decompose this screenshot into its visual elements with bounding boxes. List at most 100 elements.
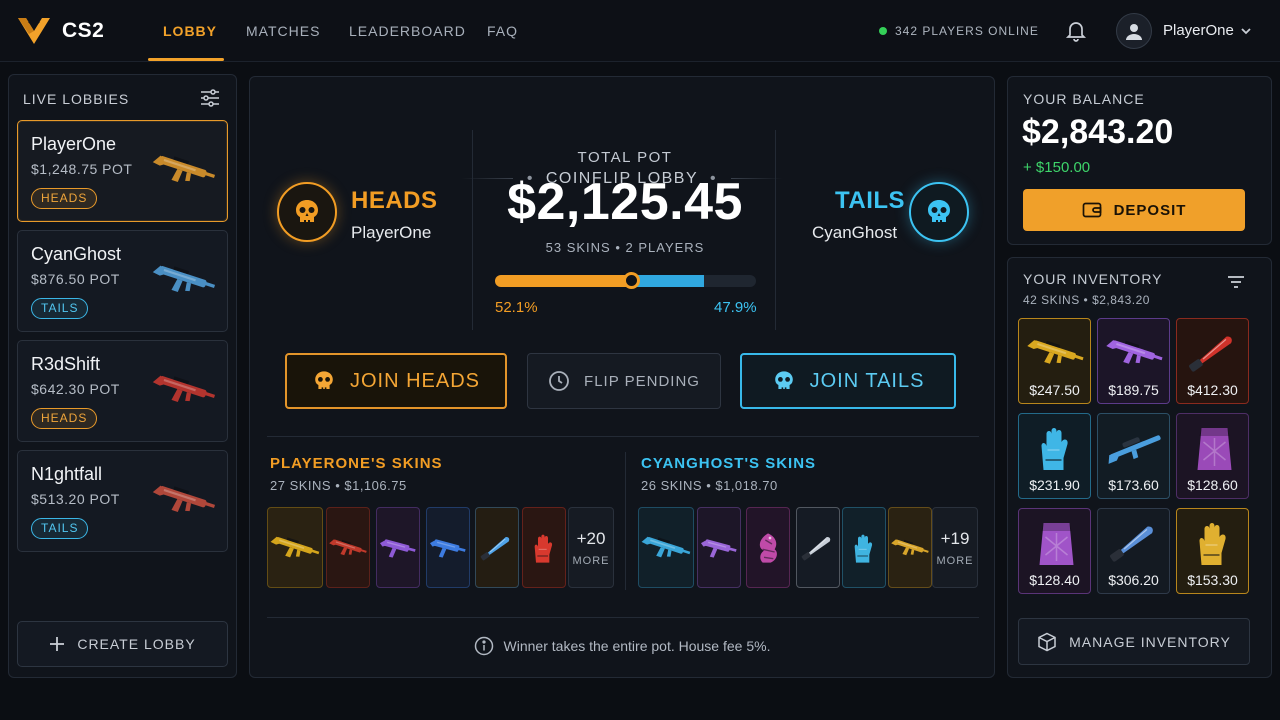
rifle-icon	[329, 538, 367, 555]
more-label: MORE	[936, 554, 974, 567]
inventory-item[interactable]: $247.50	[1018, 318, 1091, 404]
inventory-item[interactable]: $173.60	[1097, 413, 1170, 499]
avatar[interactable]	[1116, 13, 1152, 49]
skin-tile[interactable]	[638, 507, 694, 588]
skull-icon	[296, 200, 318, 222]
skin-tile[interactable]	[746, 507, 790, 588]
online-dot-icon	[879, 27, 887, 35]
create-lobby-label: CREATE LOBBY	[77, 636, 196, 652]
inventory-item-image	[1183, 515, 1244, 571]
inventory-item-image	[1025, 420, 1086, 476]
lobby-card[interactable]: PlayerOne $1,248.75 POT HEADS	[17, 120, 228, 222]
lobby-player-name: PlayerOne	[31, 134, 117, 154]
smg-icon	[700, 538, 737, 558]
inventory-item-price: $153.30	[1187, 572, 1238, 588]
heads-player: PlayerOne	[351, 223, 432, 242]
skull-icon	[774, 371, 793, 389]
inventory-item-price: $306.20	[1108, 572, 1159, 588]
join-tails-button[interactable]: JOIN TAILS	[740, 353, 956, 409]
inventory-item-image	[1104, 420, 1165, 476]
inventory-item-image	[1025, 325, 1086, 381]
deposit-button[interactable]: DEPOSIT	[1023, 189, 1245, 231]
lobby-pot: $1,248.75 POT	[31, 161, 133, 177]
knife-icon	[801, 536, 831, 560]
skin-tile[interactable]	[475, 507, 519, 588]
skin-tile[interactable]	[376, 507, 420, 588]
brand-name[interactable]: CS2	[62, 19, 104, 43]
lobby-card[interactable]: N1ghtfall $513.20 POT TAILS	[17, 450, 228, 552]
skin-tile[interactable]	[796, 507, 840, 588]
skin-tile[interactable]	[697, 507, 741, 588]
deposit-label: DEPOSIT	[1113, 201, 1187, 219]
inventory-item[interactable]: $128.40	[1018, 508, 1091, 594]
balance-delta: + $150.00	[1023, 159, 1091, 176]
skin-tile[interactable]	[888, 507, 932, 588]
lobby-card[interactable]: CyanGhost $876.50 POT TAILS	[17, 230, 228, 332]
inventory-item-image	[1025, 515, 1086, 571]
info-icon	[474, 636, 493, 656]
logo-icon[interactable]	[16, 14, 52, 48]
wallet-icon	[1082, 202, 1101, 218]
tails-label: TAILS	[835, 187, 906, 214]
inventory-item[interactable]: $189.75	[1097, 318, 1170, 404]
inventory-item[interactable]: $412.30	[1176, 318, 1249, 404]
skin-tile[interactable]	[522, 507, 566, 588]
footer-note: Winner takes the entire pot. House fee 5…	[250, 636, 994, 656]
footer-note-text: Winner takes the entire pot. House fee 5…	[503, 638, 771, 654]
inventory-item[interactable]: $128.60	[1176, 413, 1249, 499]
live-lobbies-title: LIVE LOBBIES	[23, 91, 130, 107]
inventory-item-price: $189.75	[1108, 382, 1159, 398]
lobby-pot: $642.30 POT	[31, 381, 120, 397]
manage-inventory-button[interactable]: MANAGE INVENTORY	[1018, 618, 1250, 665]
lobby-card[interactable]: R3dShift $642.30 POT HEADS	[17, 340, 228, 442]
heads-more-skins[interactable]: +20 MORE	[568, 507, 614, 588]
manage-inventory-label: MANAGE INVENTORY	[1069, 633, 1231, 650]
gloves-icon	[1041, 428, 1068, 470]
knife-icon	[1110, 526, 1153, 562]
odds-bar-heads	[495, 275, 631, 287]
heads-skins-title: PLAYERONE'S SKINS	[270, 455, 443, 472]
join-heads-button[interactable]: JOIN HEADS	[285, 353, 507, 409]
filter-icon[interactable]	[1227, 274, 1245, 290]
pot-meta: 53 SKINS • 2 PLAYERS	[545, 240, 705, 255]
skin-tile[interactable]	[426, 507, 470, 588]
nav-lobby[interactable]: LOBBY	[163, 23, 217, 39]
join-tails-label: JOIN TAILS	[809, 369, 925, 392]
dragon-icon	[759, 532, 777, 563]
inventory-item-image	[1104, 515, 1165, 571]
inventory-item[interactable]: $306.20	[1097, 508, 1170, 594]
nav-faq[interactable]: FAQ	[487, 23, 518, 39]
inventory-title: YOUR INVENTORY	[1023, 271, 1163, 287]
flip-pending-button[interactable]: FLIP PENDING	[527, 353, 721, 409]
heads-percentage: 52.1%	[495, 299, 538, 316]
lobby-pot: $513.20 POT	[31, 491, 120, 507]
lobby-player-name: N1ghtfall	[31, 464, 103, 484]
filter-sliders-icon[interactable]	[200, 89, 220, 107]
rifle-icon	[1027, 339, 1084, 364]
lobby-side-badge: HEADS	[31, 188, 98, 209]
inventory-item-price: $412.30	[1187, 382, 1238, 398]
top-navigation: CS2 LOBBY MATCHES LEADERBOARD FAQ 342 PL…	[0, 0, 1280, 62]
lobby-player-name: R3dShift	[31, 354, 101, 374]
case-icon	[1197, 428, 1232, 470]
inventory-item[interactable]: $153.30	[1176, 508, 1249, 594]
rifle-icon	[152, 155, 216, 182]
odds-bar-tails	[631, 275, 704, 287]
skin-tile[interactable]	[326, 507, 370, 588]
create-lobby-button[interactable]: CREATE LOBBY	[17, 621, 228, 667]
sniper-icon	[1108, 435, 1161, 464]
skin-tile[interactable]	[267, 507, 323, 588]
username[interactable]: PlayerOne	[1163, 22, 1234, 39]
tails-percentage: 47.9%	[714, 299, 757, 316]
nav-matches[interactable]: MATCHES	[246, 23, 320, 39]
skin-tile[interactable]	[842, 507, 886, 588]
inventory-item[interactable]: $231.90	[1018, 413, 1091, 499]
footer-divider	[267, 617, 979, 618]
nav-leaderboard[interactable]: LEADERBOARD	[349, 23, 466, 39]
balance-label: YOUR BALANCE	[1023, 91, 1145, 107]
knife-icon	[1189, 336, 1232, 372]
total-pot-value: $2,125.45	[507, 173, 743, 231]
chevron-down-icon[interactable]	[1240, 25, 1252, 37]
tails-more-skins[interactable]: +19 MORE	[932, 507, 978, 588]
bell-icon[interactable]	[1064, 19, 1088, 43]
